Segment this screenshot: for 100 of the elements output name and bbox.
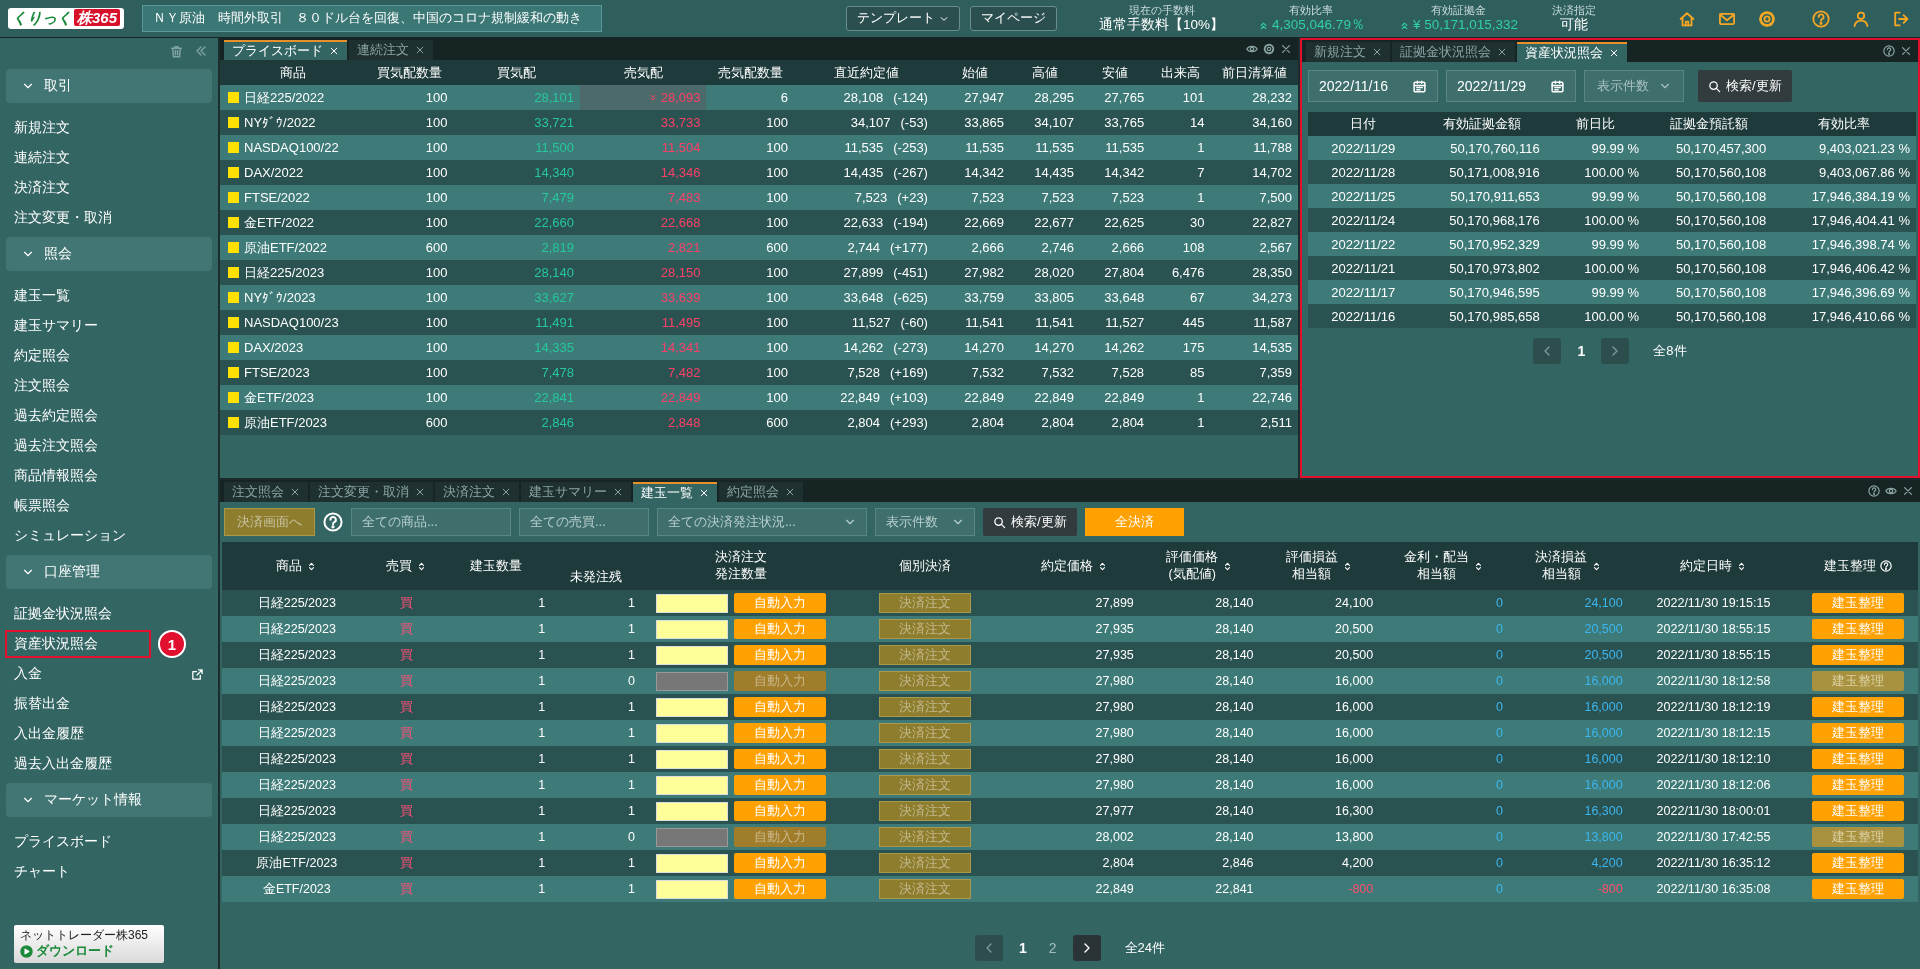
sidebar-item[interactable]: シミュレーション [4,521,214,551]
sidebar-item[interactable]: 証拠金状況照会 [4,599,214,629]
column-header[interactable]: 決済損益 相当額 [1535,549,1588,583]
filter-field[interactable]: 全ての商品... [351,508,511,536]
tab[interactable]: 注文変更・取消 [310,482,433,502]
tab[interactable]: 建玉サマリー [521,482,631,502]
tab[interactable]: 証拠金状況照会 [1392,42,1515,62]
sidebar-item[interactable]: 商品情報照会 [4,461,214,491]
bid-price[interactable]: 11,491 [453,315,580,330]
bid-price[interactable]: 14,340 [453,165,580,180]
bid-price[interactable]: 22,841 [453,390,580,405]
tab[interactable]: 注文照会 [224,482,308,502]
bid-price[interactable]: 28,140 [453,265,580,280]
column-header[interactable]: 約定価格 [1041,557,1094,575]
product-name[interactable]: FTSE/2023 [244,365,310,380]
settle-order-button[interactable]: 決済注文 [879,775,972,795]
bid-price[interactable]: 33,627 [453,290,580,305]
eye-icon[interactable] [1885,485,1897,497]
sidebar-item[interactable]: 連続注文 [4,143,214,173]
date-field[interactable]: 2022/11/29 [1446,70,1576,102]
eye-icon[interactable] [1246,43,1258,55]
settle-order-button[interactable]: 決済注文 [879,697,972,717]
product-name[interactable]: 日経225/2023 [244,263,325,282]
product-name[interactable]: NASDAQ100/23 [244,315,339,330]
settle-order-button[interactable]: 決済注文 [879,749,972,769]
settle-order-button[interactable]: 決済注文 [879,879,972,899]
bid-price[interactable]: 7,479 [453,190,580,205]
filter-field[interactable]: 全ての売買... [519,508,649,536]
tab[interactable]: 資産状況照会 [1517,42,1627,62]
product-name[interactable]: DAX/2023 [244,340,304,355]
download-banner[interactable]: ネットトレーダー株365 ダウンロード [14,924,164,963]
sidebar-item[interactable]: プライスボード [4,827,214,857]
product-name[interactable]: NYﾀﾞｳ/2022 [244,115,316,130]
settle-order-button[interactable]: 決済注文 [879,801,972,821]
bid-price[interactable]: 14,335 [453,340,580,355]
next-page-button[interactable] [1072,935,1101,961]
tab[interactable]: 連続注文 [349,40,433,60]
page-number[interactable]: 1 [1012,940,1033,956]
product-name[interactable]: NASDAQ100/22 [244,140,339,155]
close-icon[interactable] [1902,485,1914,497]
tab[interactable]: プライスボード [224,40,347,60]
ask-price[interactable]: 2,848 [579,410,707,435]
sidebar-item[interactable]: 過去約定照会 [4,401,214,431]
column-header[interactable]: 金利・配当 相当額 [1404,549,1470,583]
product-name[interactable]: NYﾀﾞｳ/2023 [244,290,316,305]
column-header[interactable]: 評価損益 相当額 [1285,549,1338,583]
sidebar-item[interactable]: 新規注文 [4,113,214,143]
column-header[interactable]: 評価価格 (気配値) [1166,549,1219,583]
page-number[interactable]: 1 [1571,343,1592,359]
search-button[interactable]: 検索/更新 [983,508,1077,536]
column-header[interactable]: 約定日時 [1679,557,1732,575]
column-header[interactable]: 売買 [386,557,413,575]
sidebar-item[interactable]: 約定照会 [4,341,214,371]
bid-price[interactable]: 2,819 [453,240,580,255]
sidebar-section-header[interactable]: 口座管理 [6,555,212,589]
product-name[interactable]: 原油ETF/2022 [244,238,328,257]
ask-price[interactable]: 7,482 [579,360,707,385]
sidebar-item[interactable]: 振替出金 [4,689,214,719]
sidebar-item[interactable]: 建玉一覧 [4,281,214,311]
close-icon[interactable] [1280,43,1292,55]
sidebar-item[interactable]: 注文変更・取消 [4,203,214,233]
sidebar-section-header[interactable]: マーケット情報 [6,783,212,817]
bid-price[interactable]: 2,846 [453,415,580,430]
product-name[interactable]: 金ETF/2022 [244,213,315,232]
filter-select[interactable]: 表示件数 [875,508,975,536]
ask-price[interactable]: 14,346 [579,160,707,185]
close-icon[interactable] [1900,45,1912,57]
settle-order-button[interactable]: 決済注文 [879,723,972,743]
template-dropdown[interactable]: テンプレート [846,6,961,31]
date-field[interactable]: 2022/11/16 [1308,70,1438,102]
sidebar-item[interactable]: 帳票照会 [4,491,214,521]
column-header[interactable]: 商品 [276,557,303,575]
ask-price[interactable]: 22,668 [579,210,707,235]
sidebar-item[interactable]: 決済注文 [4,173,214,203]
sidebar-item[interactable]: チャート [4,857,214,887]
logout-icon[interactable] [1892,9,1910,28]
tab[interactable]: 約定照会 [719,482,803,502]
sidebar-item[interactable]: 入出金履歴 [4,719,214,749]
news-ticker[interactable]: ＮＹ原油 時間外取引 ８０ドル台を回復、中国のコロナ規制緩和の動き [142,5,603,32]
sidebar-item[interactable]: 過去入出金履歴 [4,749,214,779]
bid-price[interactable]: 33,721 [453,115,580,130]
help-icon[interactable] [1883,45,1895,57]
sidebar-item[interactable]: 注文照会 [4,371,214,401]
settle-screen-button[interactable]: 決済画面へ [224,508,315,536]
bid-price[interactable]: 11,500 [453,140,580,155]
ask-price[interactable]: 11,495 [579,310,707,335]
sidebar-section-header[interactable]: 照会 [6,237,212,271]
product-name[interactable]: FTSE/2022 [244,190,310,205]
bid-price[interactable]: 28,101 [453,90,580,105]
product-name[interactable]: 金ETF/2023 [244,388,315,407]
tab[interactable]: 決済注文 [435,482,519,502]
product-name[interactable]: 日経225/2022 [244,88,325,107]
sidebar-item[interactable]: 入金 [4,659,214,689]
sidebar-section-header[interactable]: 取引 [6,69,212,103]
bid-price[interactable]: 22,660 [453,215,580,230]
filter-select[interactable]: 全ての決済発注状況... [657,508,867,536]
product-name[interactable]: 原油ETF/2023 [244,413,328,432]
mypage-button[interactable]: マイページ [970,6,1058,31]
settle-order-button[interactable]: 決済注文 [879,645,972,665]
settle-order-button[interactable]: 決済注文 [879,619,972,639]
